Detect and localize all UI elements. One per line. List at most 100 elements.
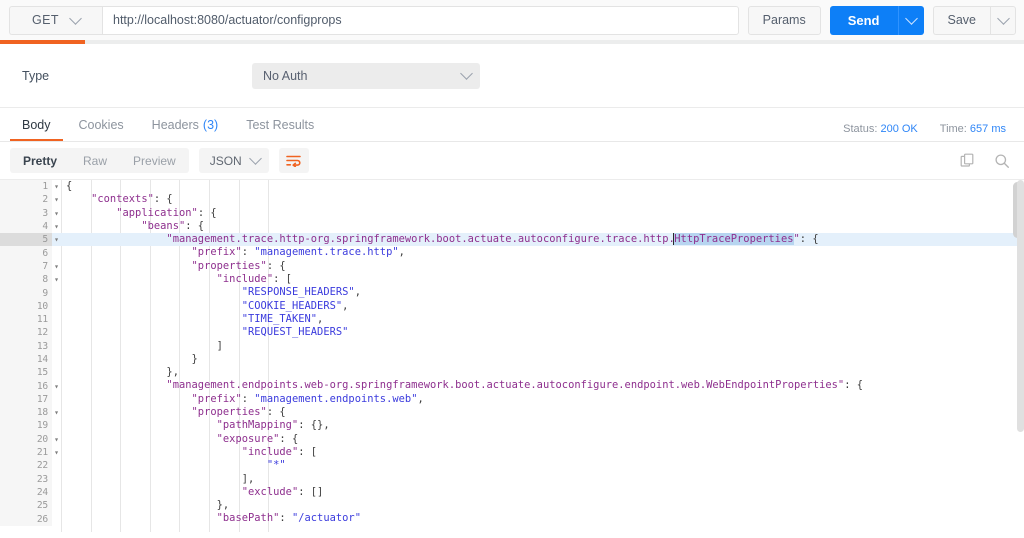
code-line-text: { — [66, 180, 73, 192]
fold-toggle-icon[interactable]: ▾ — [52, 260, 61, 273]
auth-type-select[interactable]: No Auth — [252, 62, 480, 89]
auth-type-label: Type — [22, 68, 50, 83]
send-button[interactable]: Send — [829, 5, 898, 35]
code-line-text: "pathMapping": {}, — [216, 419, 330, 432]
response-language-select[interactable]: JSON — [198, 148, 269, 173]
url-text: http://localhost:8080/actuator/configpro… — [113, 13, 342, 27]
response-tab-body[interactable]: Body — [8, 108, 65, 141]
authorization-row: Type No Auth — [0, 44, 1024, 108]
code-line[interactable]: 9 "RESPONSE_HEADERS", — [0, 286, 1024, 300]
line-number: 12 — [0, 326, 52, 340]
line-number: 20 — [0, 432, 52, 446]
code-line[interactable]: 5 ▾ "management.trace.http-org.springfram… — [0, 233, 1024, 247]
fold-toggle-icon[interactable]: ▾ — [52, 233, 61, 247]
line-number: 7 — [0, 259, 52, 274]
response-tab-headers[interactable]: Headers (3) — [138, 108, 233, 141]
response-tabs: Body Cookies Headers (3) Test Results — [0, 108, 328, 141]
response-actions — [960, 153, 1010, 169]
search-icon[interactable] — [994, 153, 1010, 169]
code-line-text: "contexts": { — [91, 193, 173, 206]
line-number: 18 — [0, 406, 52, 420]
page-scrollbar-thumb[interactable] — [1017, 180, 1024, 432]
line-number: 6 — [0, 246, 52, 260]
code-line[interactable]: 26 "basePath": "/actuator" — [0, 512, 1024, 526]
code-line-text: }, — [166, 366, 179, 379]
code-line[interactable]: 6 "prefix": "management.trace.http", — [0, 246, 1024, 260]
code-line[interactable]: 20 ▾ "exposure": { — [0, 432, 1024, 446]
view-mode-raw[interactable]: Raw — [70, 148, 120, 173]
response-tab-test-results[interactable]: Test Results — [232, 108, 328, 141]
line-number: 14 — [0, 352, 52, 367]
view-mode-pretty[interactable]: Pretty — [10, 148, 70, 173]
code-line-text: }, — [216, 499, 230, 512]
copy-icon[interactable] — [960, 153, 976, 169]
code-line[interactable]: 17 "prefix": "management.endpoints.web", — [0, 392, 1024, 407]
response-tab-cookies[interactable]: Cookies — [65, 108, 138, 141]
code-line-text: "exposure": { — [216, 432, 299, 445]
params-button[interactable]: Params — [747, 5, 821, 35]
chevron-down-icon — [460, 67, 473, 80]
code-line[interactable]: 15 }, — [0, 366, 1024, 380]
code-line[interactable]: 7 ▾ "properties": { — [0, 259, 1024, 274]
code-line[interactable]: 8 ▾ "include": [ — [0, 273, 1024, 287]
code-line-text: "prefix": "management.trace.http", — [191, 246, 405, 259]
fold-toggle-icon[interactable]: ▾ — [52, 193, 61, 206]
word-wrap-toggle[interactable] — [278, 148, 309, 173]
response-tabs-row: Body Cookies Headers (3) Test Results Status… — [0, 108, 1024, 142]
line-number: 25 — [0, 499, 52, 513]
line-number: 24 — [0, 485, 52, 500]
code-line[interactable]: 22 "*" — [0, 459, 1024, 473]
line-number: 10 — [0, 299, 52, 313]
http-method-selector[interactable]: GET — [9, 5, 102, 35]
save-options-button[interactable] — [990, 5, 1016, 35]
code-line[interactable]: 23 ], — [0, 472, 1024, 486]
code-line-text: "RESPONSE_HEADERS", — [241, 286, 361, 299]
code-line[interactable]: 19 "pathMapping": {}, — [0, 419, 1024, 433]
line-number: 1 — [0, 180, 52, 194]
response-tab-label: Headers — [151, 117, 199, 132]
code-line[interactable]: 18 ▾ "properties": { — [0, 406, 1024, 420]
code-line[interactable]: 16 ▾ "management.endpoints.web-org.spring… — [0, 379, 1024, 393]
code-line-text: "exclude": [] — [241, 485, 324, 498]
code-line[interactable]: 13 ] — [0, 339, 1024, 353]
chevron-down-icon — [996, 11, 1010, 25]
code-line[interactable]: 14 } — [0, 352, 1024, 367]
code-line[interactable]: 12 "REQUEST_HEADERS" — [0, 326, 1024, 340]
fold-toggle-icon[interactable]: ▾ — [52, 379, 61, 392]
code-line-text: } — [191, 352, 198, 365]
response-format-toolbar: Pretty Raw Preview JSON — [0, 142, 1024, 180]
fold-toggle-icon[interactable]: ▾ — [52, 220, 61, 233]
code-line[interactable]: 10 "COOKIE_HEADERS", — [0, 299, 1024, 313]
code-line[interactable]: 21 ▾ "include": [ — [0, 445, 1024, 460]
fold-toggle-icon[interactable]: ▾ — [52, 180, 61, 193]
fold-toggle-icon[interactable]: ▾ — [52, 433, 61, 446]
code-line[interactable]: 24 "exclude": [] — [0, 485, 1024, 500]
fold-toggle-icon[interactable]: ▾ — [52, 446, 61, 459]
code-line[interactable]: 11 "TIME_TAKEN", — [0, 312, 1024, 327]
code-line[interactable]: 3 ▾ "application": { — [0, 206, 1024, 220]
code-line-text: "beans": { — [141, 219, 205, 232]
code-line[interactable]: 4 ▾ "beans": { — [0, 219, 1024, 234]
line-number: 23 — [0, 472, 52, 486]
chevron-down-icon — [248, 152, 262, 165]
code-line[interactable]: 1 ▾ { — [0, 180, 1024, 194]
fold-toggle-icon[interactable]: ▾ — [52, 207, 61, 220]
code-line-text: "REQUEST_HEADERS" — [241, 326, 349, 339]
code-line[interactable]: 2 ▾ "contexts": { — [0, 193, 1024, 207]
line-number: 11 — [0, 312, 52, 327]
response-body-viewer[interactable]: 1 ▾{2 ▾ "contexts": {3 ▾ "application": {4 ▾… — [0, 180, 1024, 532]
send-options-button[interactable] — [897, 5, 924, 35]
fold-toggle-icon[interactable]: ▾ — [52, 273, 61, 286]
time-value: 657 ms — [969, 123, 1006, 135]
view-mode-preview[interactable]: Preview — [120, 148, 189, 173]
code-line[interactable]: 25 }, — [0, 499, 1024, 513]
save-button[interactable]: Save — [932, 5, 990, 35]
fold-toggle-icon[interactable]: ▾ — [52, 406, 61, 419]
code-line-text: "TIME_TAKEN", — [241, 312, 324, 325]
code-line-text: ], — [241, 472, 255, 485]
url-input[interactable]: http://localhost:8080/actuator/configpro… — [102, 5, 739, 35]
